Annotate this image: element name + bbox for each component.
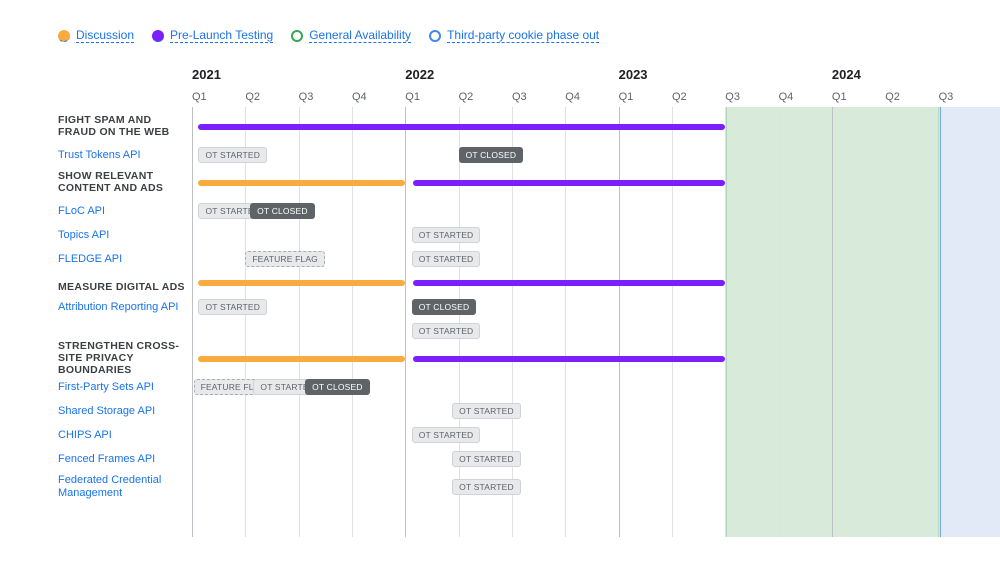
badge-ot-started: OT STARTED [198,299,267,315]
year-label: 2022 [405,67,434,82]
bar-prelaunch [198,124,725,130]
link-floc[interactable]: FLoC API [58,199,192,223]
quarter-label: Q4 [352,91,367,103]
section-header-measure: MEASURE DIGITAL ADS [58,271,192,295]
row-section-strengthen [192,343,1000,375]
quarter-label: Q1 [192,91,207,103]
link-fps[interactable]: First-Party Sets API [58,375,192,399]
row-trust-tokens: OT STARTED OT CLOSED [192,143,1000,167]
badge-ot-closed: OT CLOSED [305,379,370,395]
row-chips: OT STARTED [192,423,1000,447]
row-attribution: OT STARTED OT CLOSED [192,295,1000,319]
legend-label: Third-party cookie phase out [447,28,599,43]
year-label: 2024 [832,67,861,82]
legend: Discussion Pre-Launch Testing General Av… [0,0,1000,43]
link-fenced-frames[interactable]: Fenced Frames API [58,447,192,471]
row-section-spam [192,111,1000,143]
circle-icon [429,30,441,42]
badge-ot-started: OT STARTED [452,479,521,495]
section-header-spam: FIGHT SPAM AND FRAUD ON THE WEB [58,111,192,143]
bar-prelaunch [413,356,725,362]
link-chips[interactable]: CHIPS API [58,423,192,447]
section-header-relevant: SHOW RELEVANT CONTENT AND ADS [58,167,192,199]
link-trust-tokens[interactable]: Trust Tokens API [58,143,192,167]
year-label: 2023 [619,67,648,82]
legend-prelaunch[interactable]: Pre-Launch Testing [152,28,273,43]
link-fledge[interactable]: FLEDGE API [58,247,192,271]
badge-ot-started: OT STARTED [412,227,481,243]
legend-label: General Availability [309,28,411,43]
dot-icon [58,30,70,42]
row-floc: OT STARTED OT CLOSED [192,199,1000,223]
quarter-label: Q4 [779,91,794,103]
bar-discussion [198,180,405,186]
quarter-label: Q2 [245,91,260,103]
row-fledge: FEATURE FLAG OT STARTED [192,247,1000,271]
timeline-rows: OT STARTED OT CLOSED OT STARTED OT CLOSE… [192,111,1000,503]
quarter-label: Q3 [299,91,314,103]
row-labels: FIGHT SPAM AND FRAUD ON THE WEB Trust To… [0,67,192,537]
row-shared-storage: OT STARTED [192,399,1000,423]
badge-feature-flag: FEATURE FLAG [245,251,325,267]
badge-ot-started: OT STARTED [412,427,481,443]
quarter-label: Q2 [672,91,687,103]
quarter-label: Q1 [832,91,847,103]
badge-ot-started: OT STARTED [412,251,481,267]
legend-phaseout[interactable]: Third-party cookie phase out [429,28,599,43]
link-shared-storage[interactable]: Shared Storage API [58,399,192,423]
row-attribution-2: OT STARTED [192,319,1000,343]
quarter-label: Q3 [939,91,954,103]
legend-ga[interactable]: General Availability [291,28,411,43]
bar-discussion [198,356,405,362]
row-section-measure [192,271,1000,295]
link-topics[interactable]: Topics API [58,223,192,247]
row-fenced-frames: OT STARTED [192,447,1000,471]
quarter-label: Q3 [725,91,740,103]
row-section-relevant [192,167,1000,199]
badge-ot-started: OT STARTED [412,323,481,339]
bar-discussion [198,280,405,286]
legend-discussion[interactable]: Discussion [58,28,134,43]
badge-ot-started: OT STARTED [452,403,521,419]
legend-label: Discussion [76,28,134,43]
badge-ot-started: OT STARTED [452,451,521,467]
badge-ot-closed: OT CLOSED [459,147,524,163]
quarter-label: Q2 [885,91,900,103]
timeline-header: 2021 2022 2023 2024 Q1 Q2 Q3 Q4 Q1 Q2 Q3… [192,67,1000,111]
quarter-label: Q1 [619,91,634,103]
quarter-label: Q3 [512,91,527,103]
year-label: 2021 [192,67,221,82]
row-topics: OT STARTED [192,223,1000,247]
bar-prelaunch [413,280,725,286]
dot-icon [152,30,164,42]
row-fps: FEATURE FLAG OT STARTED OT CLOSED [192,375,1000,399]
badge-ot-started: OT STARTED [198,147,267,163]
quarter-label: Q4 [565,91,580,103]
row-fedcm: OT STARTED [192,471,1000,503]
link-attribution[interactable]: Attribution Reporting API [58,295,192,319]
link-fedcm[interactable]: Federated Credential Management [58,471,192,503]
bar-prelaunch [413,180,725,186]
legend-label: Pre-Launch Testing [170,28,273,43]
timeline-chart: FIGHT SPAM AND FRAUD ON THE WEB Trust To… [0,67,1000,537]
badge-ot-closed: OT CLOSED [250,203,315,219]
timeline-body: 2021 2022 2023 2024 Q1 Q2 Q3 Q4 Q1 Q2 Q3… [192,67,1000,537]
circle-icon [291,30,303,42]
badge-ot-closed: OT CLOSED [412,299,477,315]
quarter-label: Q2 [459,91,474,103]
section-header-strengthen: STRENGTHEN CROSS-SITE PRIVACY BOUNDARIES [58,343,192,375]
quarter-label: Q1 [405,91,420,103]
